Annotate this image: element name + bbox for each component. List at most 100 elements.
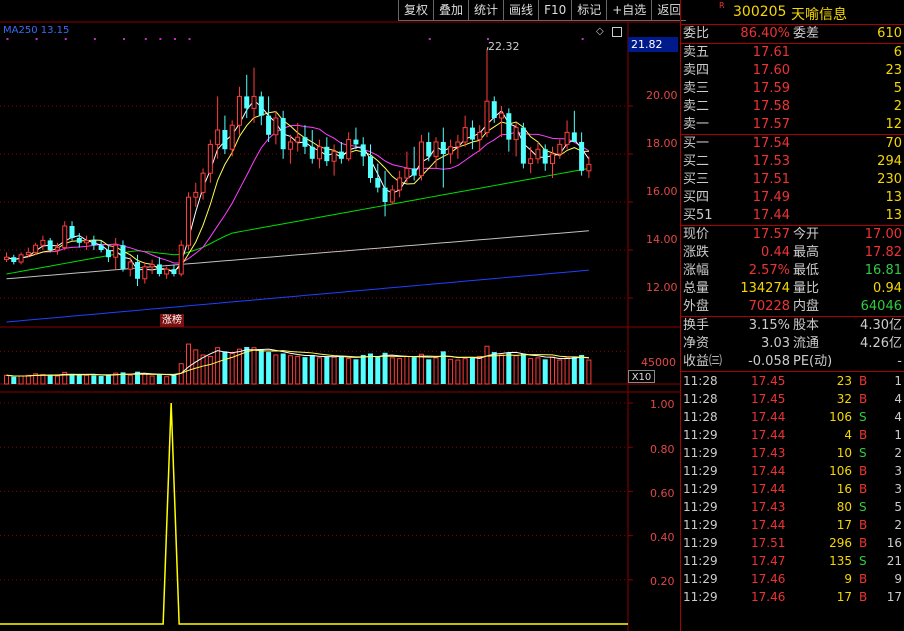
tick-side: S xyxy=(859,554,867,568)
volume-bar-down xyxy=(309,354,315,384)
tick-row[interactable]: 11:29 17.46 9 B 9 xyxy=(681,570,904,588)
signal-dot xyxy=(173,38,176,40)
bid-row[interactable]: 买二 17.53 294 xyxy=(681,153,904,171)
bid-row[interactable]: 买四 17.49 13 xyxy=(681,189,904,207)
tick-list[interactable]: 11:28 17.45 23 B 1 11:28 17.45 32 B 4 11:28 17.44 10… xyxy=(681,372,904,606)
tick-row[interactable]: 11:29 17.47 135 S 21 xyxy=(681,552,904,570)
kline-chart-area[interactable]: 复权 叠加 统计 画线 F10 标记 +自选 返回 MA250 13.15 ◇ … xyxy=(0,0,687,631)
volume-bar-up xyxy=(317,357,323,385)
tick-side: B xyxy=(859,374,868,388)
bid-row[interactable]: 买51 17.44 13 xyxy=(681,207,904,225)
ma250-line xyxy=(6,269,589,323)
candle-body-up xyxy=(25,251,31,256)
bid-volume: 13 xyxy=(885,190,902,205)
tick-row[interactable]: 11:29 17.43 80 S 5 xyxy=(681,498,904,516)
volume-bar-up xyxy=(564,357,570,385)
indicator-axis-label: 0.40 xyxy=(650,531,675,544)
tick-time: 11:29 xyxy=(683,464,718,478)
candle-body-down xyxy=(338,151,344,159)
diamond-icon[interactable]: ◇ xyxy=(596,26,604,37)
volume-bar-down xyxy=(520,353,526,384)
volume-bar-down xyxy=(91,375,97,384)
window-square-icon[interactable] xyxy=(612,27,622,37)
ask-row[interactable]: 卖一 17.57 12 xyxy=(681,116,904,134)
bid-row[interactable]: 买三 17.51 230 xyxy=(681,171,904,189)
stat-value: 134274 xyxy=(740,281,790,296)
candle-body-up xyxy=(54,247,60,251)
indicator-line xyxy=(0,403,628,625)
indicator-axis-label: 0.80 xyxy=(650,443,675,456)
volume-bar-up xyxy=(404,355,410,385)
candle-body-down xyxy=(105,250,111,258)
candle-body-up xyxy=(207,143,213,174)
tick-time: 11:28 xyxy=(683,410,718,424)
tick-row[interactable]: 11:29 17.44 106 B 3 xyxy=(681,462,904,480)
tick-price: 17.45 xyxy=(751,392,786,406)
ask-row[interactable]: 卖二 17.58 2 xyxy=(681,98,904,116)
add-watchlist-button[interactable]: +自选 xyxy=(606,0,652,21)
volume-bar-down xyxy=(266,352,272,384)
tick-time: 11:29 xyxy=(683,482,718,496)
tick-row[interactable]: 11:28 17.44 106 S 4 xyxy=(681,408,904,426)
tick-row[interactable]: 11:29 17.44 4 B 1 xyxy=(681,426,904,444)
stock-code[interactable]: 300205 xyxy=(733,4,786,20)
volume-bar-down xyxy=(542,359,548,384)
f10-button[interactable]: F10 xyxy=(538,0,572,21)
tick-volume: 106 xyxy=(829,464,852,478)
tick-count: 1 xyxy=(894,428,902,442)
ask-book: 卖五 17.61 6 卖四 17.60 23 卖三 17.59 5 卖二 17.58 2 卖一 17.57… xyxy=(681,44,904,135)
tick-price: 17.44 xyxy=(751,428,786,442)
stat-label: 今开 xyxy=(793,227,820,242)
volume-bar-down xyxy=(491,352,497,384)
volume-bar-up xyxy=(25,374,31,385)
ask-row[interactable]: 卖五 17.61 6 xyxy=(681,44,904,62)
volume-bar-up xyxy=(528,358,534,385)
weibi-label: 委比 xyxy=(683,26,710,41)
volume-bar-up xyxy=(433,357,439,385)
limit-up-tag[interactable]: 涨榜 xyxy=(160,314,184,327)
volume-bar-down xyxy=(76,374,82,384)
tick-price: 17.46 xyxy=(751,572,786,586)
tick-row[interactable]: 11:28 17.45 23 B 1 xyxy=(681,372,904,390)
draw-line-button[interactable]: 画线 xyxy=(503,0,539,21)
bid-label: 买一 xyxy=(683,136,710,151)
candle-body-up xyxy=(418,141,424,177)
tick-count: 21 xyxy=(886,554,902,568)
ask-price: 17.60 xyxy=(752,63,790,78)
volume-bar-down xyxy=(105,374,111,384)
tick-row[interactable]: 11:29 17.44 16 B 3 xyxy=(681,480,904,498)
kline-chart-svg[interactable] xyxy=(0,0,680,631)
tick-side: B xyxy=(859,482,868,496)
candle-body-down xyxy=(47,240,53,250)
ask-row[interactable]: 卖三 17.59 5 xyxy=(681,80,904,98)
ask-row[interactable]: 卖四 17.60 23 xyxy=(681,62,904,80)
tick-side: B xyxy=(859,428,868,442)
candle-body-up xyxy=(127,261,133,270)
volume-bar-down xyxy=(258,349,264,384)
overlay-button[interactable]: 叠加 xyxy=(433,0,469,21)
stock-name[interactable]: 天喻信息 xyxy=(791,4,847,24)
signal-dot xyxy=(581,38,584,40)
bid-row[interactable]: 买一 17.54 70 xyxy=(681,135,904,153)
tick-side: S xyxy=(859,410,867,424)
signal-dot xyxy=(428,38,431,40)
tick-volume: 106 xyxy=(829,410,852,424)
tick-count: 9 xyxy=(894,572,902,586)
restore-rights-button[interactable]: 复权 xyxy=(398,0,434,21)
mark-button[interactable]: 标记 xyxy=(571,0,607,21)
tick-row[interactable]: 11:28 17.45 32 B 4 xyxy=(681,390,904,408)
stat-label: 涨跌 xyxy=(683,245,710,260)
bid-price: 17.51 xyxy=(752,172,790,187)
tick-row[interactable]: 11:29 17.51 296 B 16 xyxy=(681,534,904,552)
tick-row[interactable]: 11:29 17.44 17 B 2 xyxy=(681,516,904,534)
stat-label: 外盘 xyxy=(683,299,710,314)
volume-bar-up xyxy=(84,374,90,385)
statistics-button[interactable]: 统计 xyxy=(468,0,504,21)
tick-row[interactable]: 11:29 17.43 10 S 2 xyxy=(681,444,904,462)
volume-bar-up xyxy=(207,355,213,385)
tick-row[interactable]: 11:29 17.46 17 B 17 xyxy=(681,588,904,606)
quote-panel: R 300205 天喻信息 委比 86.40% 委差 610 卖五 17.61 6 卖… xyxy=(680,0,904,631)
stock-terminal: 复权 叠加 统计 画线 F10 标记 +自选 返回 MA250 13.15 ◇ … xyxy=(0,0,904,631)
volume-bar-down xyxy=(368,353,373,384)
stat-label: 股本 xyxy=(793,318,820,333)
